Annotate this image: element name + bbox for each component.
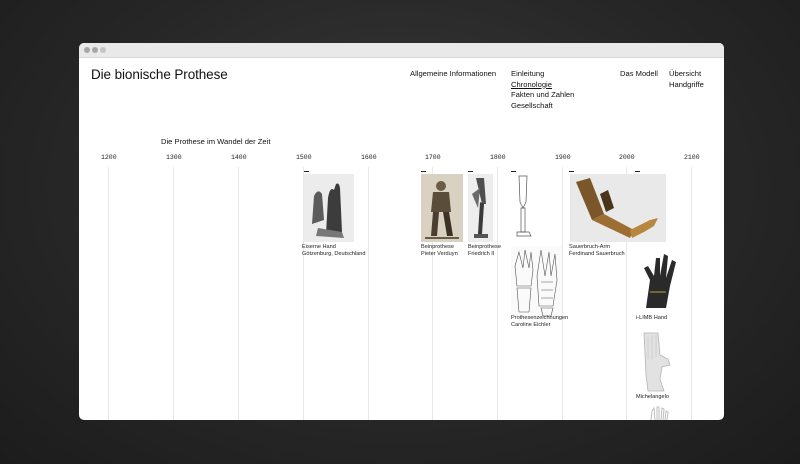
nav-item-chronologie[interactable]: Chronologie bbox=[511, 80, 574, 91]
timeline-item-eichler-image[interactable] bbox=[511, 246, 562, 317]
gridline bbox=[108, 167, 109, 420]
nav-item-gesellschaft[interactable]: Gesellschaft bbox=[511, 101, 574, 112]
minimize-window-dot[interactable] bbox=[92, 47, 98, 53]
year-label-1400: 1400 bbox=[231, 154, 247, 161]
year-label-1800: 1800 bbox=[490, 154, 506, 161]
timeline-item-sauerbruch-caption: Sauerbruch-Arm Ferdinand Sauerbruch bbox=[569, 244, 625, 257]
nav-item-uebersicht[interactable]: Übersicht bbox=[669, 69, 704, 80]
nav-item-handgriffe[interactable]: Handgriffe bbox=[669, 80, 704, 91]
timeline-item-sauerbruch-image[interactable] bbox=[570, 174, 666, 242]
timeline-item-verduyn-caption: Beinprothese Pieter Verduyn bbox=[421, 244, 458, 257]
timeline-item-next-image[interactable] bbox=[647, 405, 671, 420]
nav-item-einleitung[interactable]: Einleitung bbox=[511, 69, 574, 80]
year-label-1200: 1200 bbox=[101, 154, 117, 161]
gridline bbox=[691, 167, 692, 420]
maximize-window-dot[interactable] bbox=[100, 47, 106, 53]
gridline bbox=[562, 167, 563, 420]
gridline bbox=[173, 167, 174, 420]
timeline-item-eichler-leg-drawing[interactable] bbox=[511, 174, 535, 239]
event-tick bbox=[635, 171, 640, 172]
nav-item-fakten-und-zahlen[interactable]: Fakten und Zahlen bbox=[511, 90, 574, 101]
year-label-1900: 1900 bbox=[555, 154, 571, 161]
timeline-item-verduyn-image[interactable] bbox=[421, 174, 463, 242]
event-tick bbox=[304, 171, 309, 172]
year-label-1300: 1300 bbox=[166, 154, 182, 161]
year-label-1700: 1700 bbox=[425, 154, 441, 161]
year-label-1600: 1600 bbox=[361, 154, 377, 161]
timeline-item-ilimb-image[interactable] bbox=[636, 246, 682, 314]
year-label-1500: 1500 bbox=[296, 154, 312, 161]
nav-item-das-modell[interactable]: Das Modell bbox=[620, 69, 658, 80]
year-label-2000: 2000 bbox=[619, 154, 635, 161]
timeline-item-friedrich-caption: Beinprothese Friedrich II bbox=[468, 244, 501, 257]
nav-model-group: Das Modell bbox=[620, 69, 658, 80]
nav-overview-group: Übersicht Handgriffe bbox=[669, 69, 704, 90]
event-tick bbox=[468, 171, 473, 172]
nav-chronology-group: Einleitung Chronologie Fakten und Zahlen… bbox=[511, 69, 574, 111]
timeline-heading: Die Prothese im Wandel der Zeit bbox=[161, 137, 271, 146]
timeline-item-michelangelo-image[interactable] bbox=[636, 329, 676, 393]
nav-item-allgemeine-informationen[interactable]: Allgemeine Informationen bbox=[410, 69, 496, 80]
timeline-item-eichler-caption: Prothesenzeichnungen Caroline Eichler bbox=[511, 315, 569, 328]
gridline bbox=[368, 167, 369, 420]
close-window-dot[interactable] bbox=[84, 47, 90, 53]
timeline-item-eiserne-hand-caption: Eiserne Hand Götzenburg, Deutschland bbox=[302, 244, 366, 257]
timeline-item-friedrich-image[interactable] bbox=[468, 174, 493, 242]
browser-window: Die bionische Prothese Allgemeine Inform… bbox=[79, 43, 724, 420]
event-tick bbox=[569, 171, 574, 172]
event-tick bbox=[511, 171, 516, 172]
site-title[interactable]: Die bionische Prothese bbox=[91, 67, 228, 82]
timeline-item-ilimb-caption: i-LIMB Hand bbox=[636, 315, 668, 321]
timeline-item-eiserne-hand-image[interactable] bbox=[304, 174, 354, 242]
year-label-2100: 2100 bbox=[684, 154, 700, 161]
window-titlebar bbox=[79, 43, 724, 58]
gridline bbox=[497, 167, 498, 420]
gridline bbox=[238, 167, 239, 420]
timeline-item-michelangelo-caption: Michelangelo bbox=[636, 394, 669, 400]
event-tick bbox=[421, 171, 426, 172]
nav-general: Allgemeine Informationen bbox=[410, 69, 496, 80]
